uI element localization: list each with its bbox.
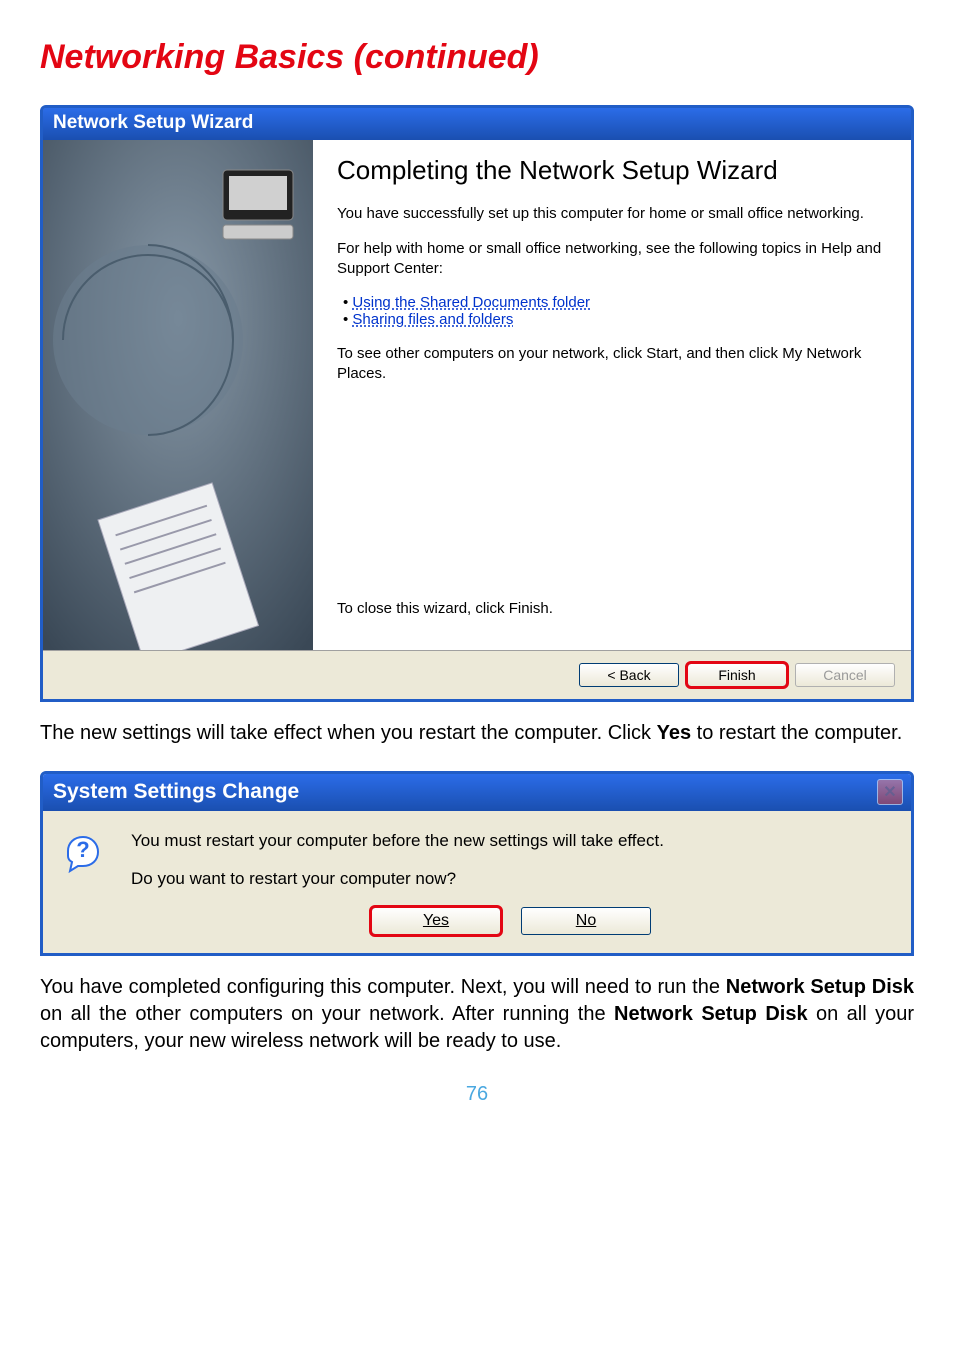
finish-button[interactable]: Finish [687, 663, 787, 687]
yes-button-label: Yes [423, 912, 449, 929]
no-button-label: No [576, 912, 596, 929]
back-button[interactable]: < Back [579, 663, 679, 687]
cancel-button: Cancel [795, 663, 895, 687]
question-icon: ? [61, 833, 105, 877]
system-settings-change-dialog: System Settings Change ✕ ? You must rest… [40, 771, 914, 956]
msgbox-text-2: Do you want to restart your computer now… [131, 869, 664, 889]
wizard-titlebar: Network Setup Wizard [43, 108, 911, 140]
yes-button[interactable]: Yes [371, 907, 501, 935]
wizard-text-1: You have successfully set up this comput… [337, 204, 891, 224]
instruction-text-2: You have completed configuring this comp… [40, 974, 914, 1055]
wizard-text-3: To see other computers on your network, … [337, 344, 891, 383]
close-icon[interactable]: ✕ [877, 779, 903, 805]
wizard-side-graphic [43, 140, 313, 650]
msgbox-text-1: You must restart your computer before th… [131, 831, 664, 851]
network-setup-wizard-window: Network Setup Wizard [40, 105, 914, 702]
instruction-text-1: The new settings will take effect when y… [40, 720, 914, 747]
page-title: Networking Basics (continued) [40, 38, 914, 77]
link-shared-documents[interactable]: Using the Shared Documents folder [352, 294, 590, 311]
link-sharing-files[interactable]: Sharing files and folders [352, 311, 513, 328]
page-number: 76 [40, 1083, 914, 1106]
cancel-button-label: Cancel [823, 667, 867, 683]
back-button-label: < Back [607, 667, 650, 683]
wizard-heading: Completing the Network Setup Wizard [337, 156, 891, 186]
no-button[interactable]: No [521, 907, 651, 935]
wizard-text-4: To close this wizard, click Finish. [337, 600, 891, 625]
wizard-button-row: < Back Finish Cancel [43, 650, 911, 699]
msgbox-title: System Settings Change [53, 780, 299, 804]
svg-text:?: ? [76, 837, 89, 862]
wizard-text-2: For help with home or small office netwo… [337, 239, 891, 278]
finish-button-label: Finish [718, 667, 755, 683]
